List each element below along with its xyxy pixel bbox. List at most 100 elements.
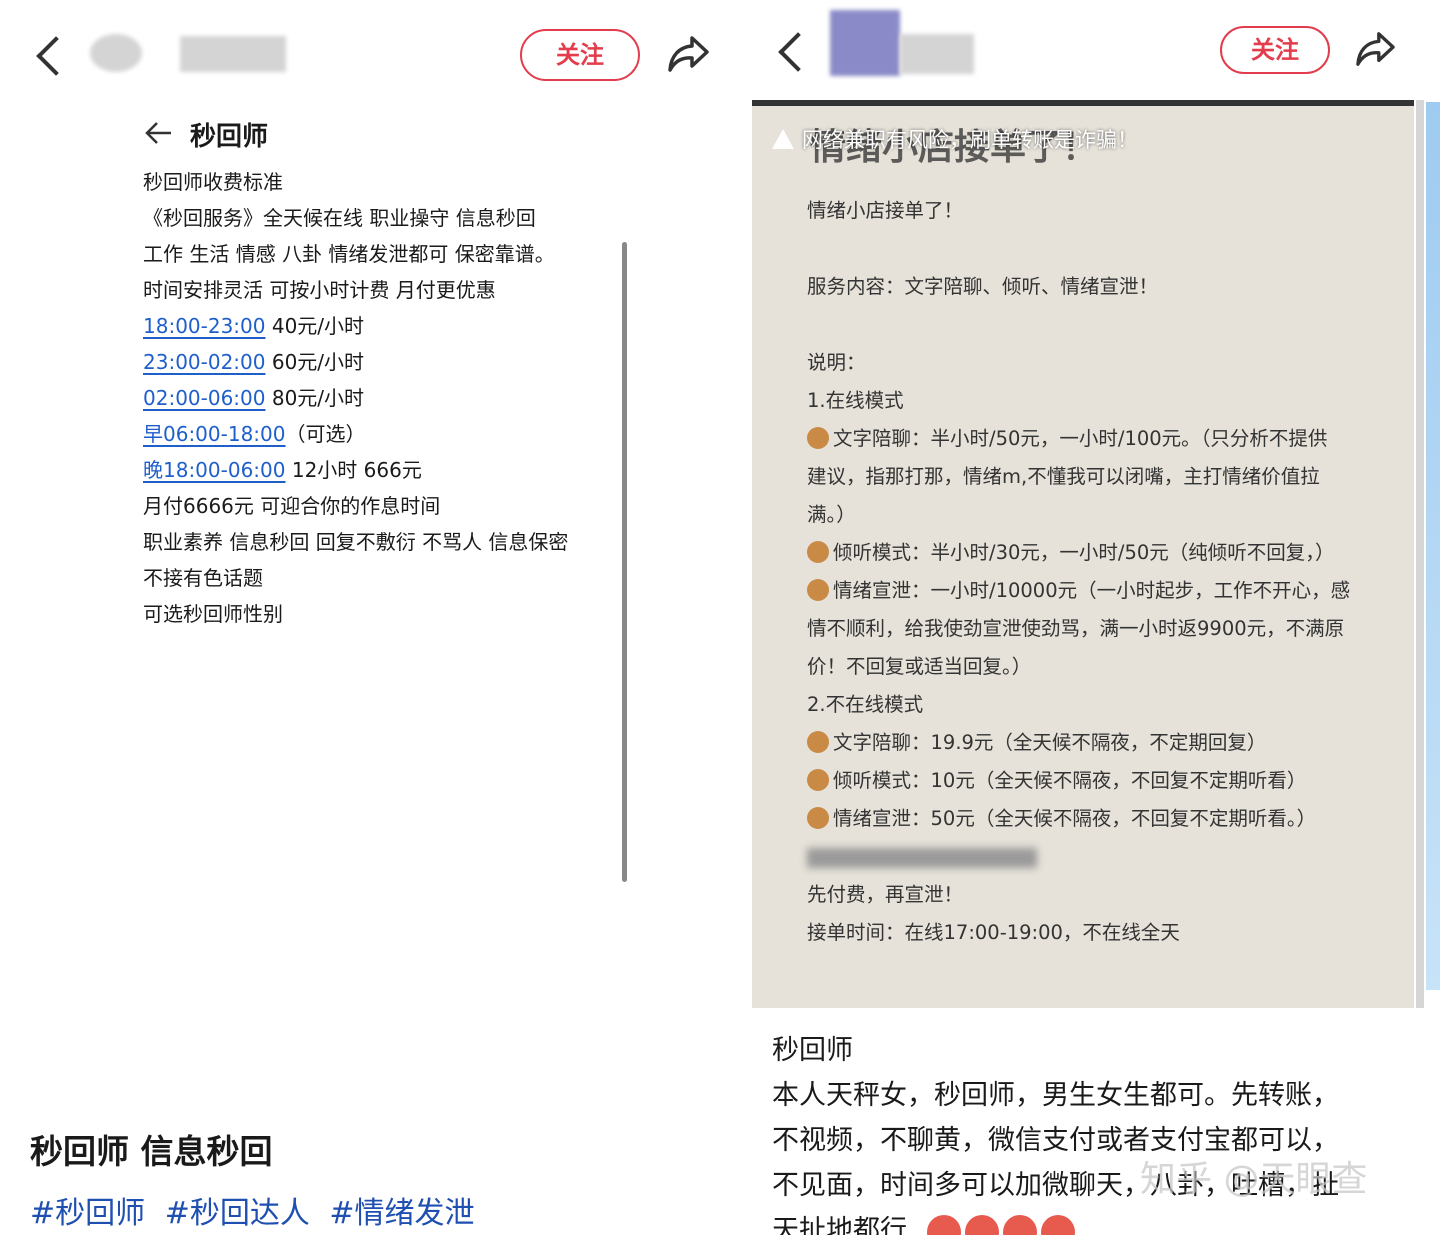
image-text-line: 2.不在线模式 [807,686,1397,724]
image-text-line: 说明： [807,344,1397,382]
back-chevron-icon[interactable] [778,32,818,72]
follow-button[interactable]: 关注 [520,29,640,81]
image-text-line: 倾听模式：10元（全天候不隔夜，不回复不定期听看） [807,762,1397,800]
image-text-line: 先付费，再宣泄！ [807,876,1397,914]
image-text-line [807,838,1397,876]
image-text-line: 情绪宣泄：一小时/10000元（一小时起步，工作不开心，感 [807,572,1397,610]
username-blurred[interactable] [180,36,286,72]
image-text: 情绪小店接单了！ 服务内容：文字陪聊、倾听、情绪宣泄！ 说明： 1.在线模式文字陪聊：… [807,192,1397,952]
image-line-text: 倾听模式：10元（全天候不隔夜，不回复不定期听看） [833,769,1307,792]
price-text: 40元/小时 [265,314,365,338]
image-line-text: 说明： [807,351,866,374]
image-text-line: 情绪小店接单了！ [807,192,1397,230]
monkey-emoji-icon [807,579,829,601]
right-post-panel: 关注 情绪小店接单了！ 网络兼职有风险，刷单转账是诈骗！ 情绪小店接单了！ 服务内… [744,0,1440,1235]
image-top-edge [752,100,1414,106]
warning-icon [772,129,794,149]
tag-link[interactable]: #情绪发泄 [329,1196,474,1231]
time-link[interactable]: 18:00-23:00 [143,314,266,338]
image-text-line: 文字陪聊：半小时/50元，一小时/100元。（只分析不提供 [807,420,1397,458]
image-line-text: 情不顺利，给我使劲宣泄使劲骂，满一小时返9900元，不满原 [807,617,1345,640]
share-icon[interactable] [1354,30,1396,68]
time-link[interactable]: 23:00-02:00 [143,350,266,374]
post-title: 秒回师 信息秒回 [30,1132,273,1171]
monkey-emoji-icon [807,731,829,753]
blurred-contact [807,847,1037,868]
image-line-text: 服务内容：文字陪聊、倾听、情绪宣泄！ [807,275,1159,298]
caption-line: 本人天秤女，秒回师，男生女生都可。先转账， [772,1080,1339,1111]
sticker-icon [1003,1214,1037,1235]
image-line-text: 情绪小店接单了！ [807,199,964,222]
monkey-emoji-icon [807,769,829,791]
post-line: 职业素养 信息秒回 回复不敷衍 不骂人 信息保密 [143,530,569,554]
price-line: 02:00-06:00 80元/小时 [143,380,623,416]
share-icon[interactable] [666,34,710,74]
arrow-left-icon[interactable] [144,118,174,148]
image-line-text: 文字陪聊：半小时/50元，一小时/100元。（只分析不提供 [833,427,1328,450]
tag-list: #秒回师 #秒回达人 #情绪发泄 [30,1188,485,1232]
image-text-line [807,306,1397,344]
price-line: 早06:00-18:00（可选） [143,416,623,452]
image-text-line: 文字陪聊：19.9元（全天候不隔夜，不定期回复） [807,724,1397,762]
username-blurred[interactable] [900,34,974,74]
price-line: 23:00-02:00 60元/小时 [143,344,623,380]
sticker-icon [927,1214,961,1235]
avatar[interactable] [830,10,900,76]
post-line: 可选秒回师性别 [143,602,283,626]
image-text-line: 情不顺利，给我使劲宣泄使劲骂，满一小时返9900元，不满原 [807,610,1397,648]
image-text-line: 接单时间：在线17:00-19:00，不在线全天 [807,914,1397,952]
nav-title: 秒回师 [190,122,269,152]
image-line-text: 情绪宣泄：50元（全天候不隔夜，不回复不定期听看。） [833,807,1317,830]
time-link[interactable]: 早06:00-18:00 [143,422,286,446]
right-top-bar: 关注 [744,0,1440,100]
tag-link[interactable]: #秒回达人 [165,1196,310,1231]
sticker-icon [965,1214,999,1235]
image-line-text: 先付费，再宣泄！ [807,883,964,906]
caption-line: 秒回师 [772,1035,853,1066]
monkey-emoji-icon [807,427,829,449]
image-text-line [807,230,1397,268]
scrollbar[interactable] [622,242,627,882]
left-top-bar: 关注 [0,0,740,100]
image-text-line: 倾听模式：半小时/30元，一小时/50元（纯倾听不回复，） [807,534,1397,572]
price-text: （可选） [285,422,366,446]
image-line-text: 文字陪聊：19.9元（全天候不隔夜，不定期回复） [833,731,1267,754]
follow-button[interactable]: 关注 [1220,26,1330,74]
post-line: 时间安排灵活 可按小时计费 月付更优惠 [143,278,496,302]
time-link[interactable]: 02:00-06:00 [143,386,266,410]
post-image[interactable]: 情绪小店接单了！ 网络兼职有风险，刷单转账是诈骗！ 情绪小店接单了！ 服务内容：文… [752,100,1414,1008]
back-chevron-icon[interactable] [36,36,76,76]
image-text-line: 满。） [807,496,1397,534]
image-line-text: 接单时间：在线17:00-19:00，不在线全天 [807,921,1180,944]
monkey-emoji-icon [807,541,829,563]
post-line: 工作 生活 情感 八卦 情绪发泄都可 保密靠谱。 [143,242,555,266]
image-line-text: 价！不回复或适当回复。） [807,655,1032,678]
next-image-edge [1426,102,1440,990]
post-line: 月付6666元 可迎合你的作息时间 [143,494,441,518]
post-line: 秒回师收费标准 [143,170,283,194]
tag-link[interactable]: #秒回师 [30,1196,145,1231]
image-line-text: 建议，指那打那，情绪m,不懂我可以闭嘴，主打情绪价值拉 [807,465,1320,488]
image-line-text: 倾听模式：半小时/30元，一小时/50元（纯倾听不回复，） [833,541,1335,564]
price-line: 晚18:00-06:00 12小时 666元 [143,452,623,488]
monkey-emoji-icon [807,807,829,829]
watermark: 知乎 @天眼查 [1140,1159,1368,1200]
price-text: 60元/小时 [265,350,365,374]
price-line: 18:00-23:00 40元/小时 [143,308,623,344]
image-text-line: 1.在线模式 [807,382,1397,420]
risk-warning: 网络兼职有风险，刷单转账是诈骗！ [772,124,1138,154]
post-body: 秒回师收费标准 《秒回服务》全天候在线 职业操守 信息秒回 工作 生活 情感 八… [143,164,623,632]
image-line-text: 1.在线模式 [807,389,904,412]
image-line-text: 满。） [807,503,856,526]
image-text-line: 建议，指那打那，情绪m,不懂我可以闭嘴，主打情绪价值拉 [807,458,1397,496]
time-link[interactable]: 晚18:00-06:00 [143,458,286,482]
post-line: 《秒回服务》全天候在线 职业操守 信息秒回 [143,206,536,230]
sticker-group [927,1208,1079,1235]
image-edge [1416,100,1424,1008]
image-line-text: 情绪宣泄：一小时/10000元（一小时起步，工作不开心，感 [833,579,1351,602]
image-text-line: 服务内容：文字陪聊、倾听、情绪宣泄！ [807,268,1397,306]
avatar[interactable] [90,34,142,72]
image-line-text: 2.不在线模式 [807,693,924,716]
price-text: 80元/小时 [265,386,365,410]
warning-text: 网络兼职有风险，刷单转账是诈骗！ [802,128,1138,152]
